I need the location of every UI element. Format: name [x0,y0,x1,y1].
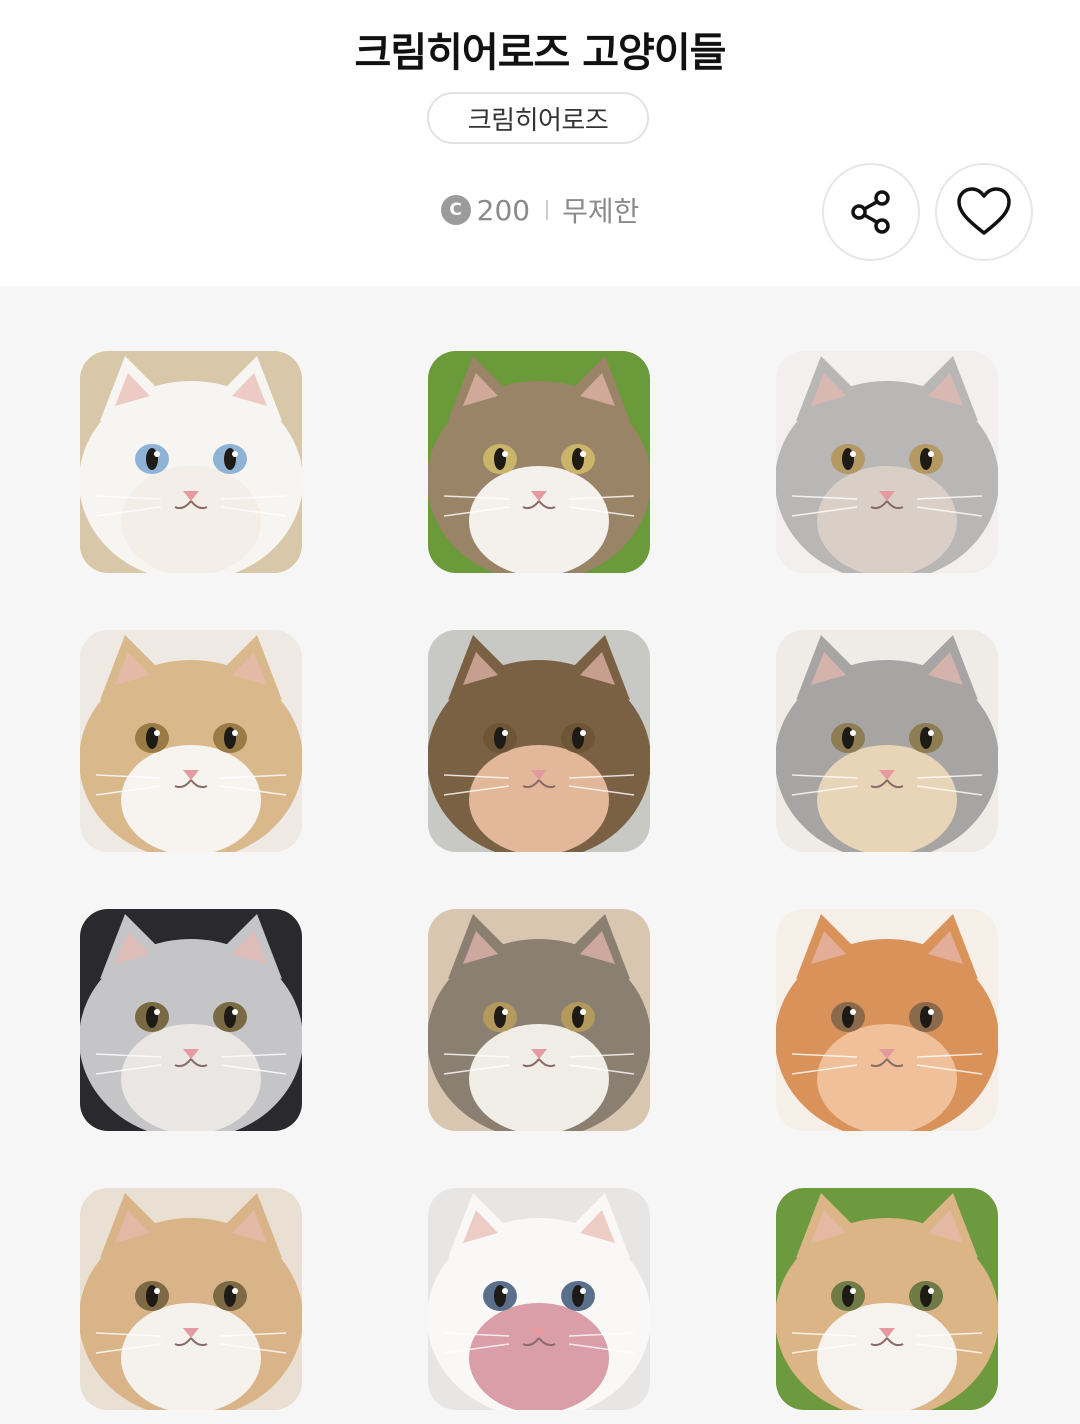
cat-photo [80,630,302,852]
sticker-tabby-white-cat-licking[interactable] [428,351,650,573]
cat-photo [776,909,998,1131]
sticker-cream-and-grey-cats[interactable] [776,630,998,852]
sticker-white-cat-lying[interactable] [80,351,302,573]
sticker-cream-cat-closeup[interactable] [80,1188,302,1410]
sticker-brown-tabby-held[interactable] [428,630,650,852]
sticker-header: 크림히어로즈 고양이들 크림히어로즈 C 200 무제한 [0,0,1080,286]
cat-photo [428,630,650,852]
price-value: 200 [476,193,531,227]
sticker-tabby-cat-surprised[interactable] [428,909,650,1131]
share-icon [851,190,890,234]
divider [546,200,549,220]
sticker-grid [0,286,1080,1424]
cat-photo [428,351,650,573]
usage-period: 무제한 [562,195,640,228]
page-title: 크림히어로즈 고양이들 [354,30,727,76]
sticker-white-cat-upside-down[interactable] [428,1188,650,1410]
coin-icon: C [440,195,471,225]
cat-photo [776,630,998,852]
cat-photo [80,1188,302,1410]
like-button[interactable] [935,163,1033,261]
cat-photo [776,1188,998,1410]
share-button[interactable] [822,163,920,261]
sticker-silver-cat-tongue[interactable] [776,351,998,573]
heart-icon [957,187,1011,235]
sticker-cream-cat-on-grass[interactable] [776,1188,998,1410]
sticker-orange-cat-eating[interactable] [776,909,998,1131]
brand-tag-button[interactable]: 크림히어로즈 [427,92,649,144]
sticker-cream-cat-wink[interactable] [80,630,302,852]
cat-photo [428,909,650,1131]
cat-photo [776,351,998,573]
cat-photo [80,909,302,1131]
sticker-silver-cat-looking-up[interactable] [80,909,302,1131]
cat-photo [428,1188,650,1410]
cat-photo [80,351,302,573]
